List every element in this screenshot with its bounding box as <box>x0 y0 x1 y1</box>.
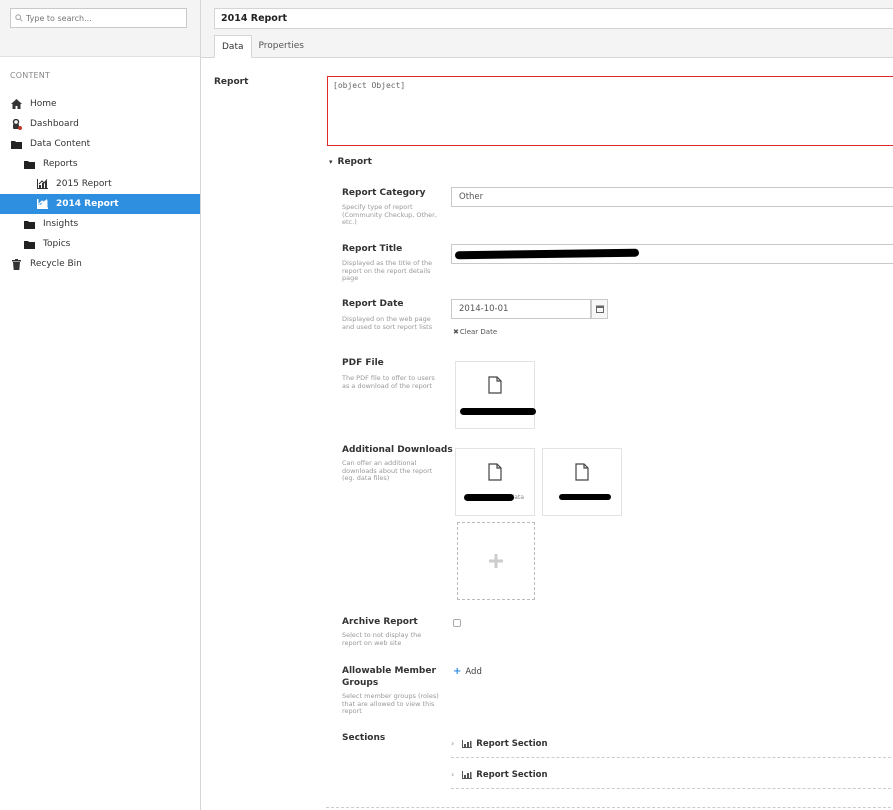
tree-item-home[interactable]: Home <box>0 94 200 114</box>
content-section-title: CONTENT <box>10 71 51 80</box>
pdf-file-tile[interactable] <box>455 361 536 429</box>
folder-icon <box>24 219 35 230</box>
tree-item-reports[interactable]: Reports <box>0 154 200 174</box>
search-input[interactable] <box>23 13 173 23</box>
section-item-label: Report Section <box>476 769 548 780</box>
groups-label: Allowable Member Groups <box>342 666 436 688</box>
category-description: Specify type of report (Community Checku… <box>342 203 437 226</box>
tab-bar: Data Properties <box>214 35 311 58</box>
pdf-label: PDF File <box>342 358 384 368</box>
add-member-group-link[interactable]: + Add <box>453 666 482 677</box>
archive-description: Select to not display the report on web … <box>342 631 422 647</box>
node-name-input[interactable] <box>214 8 893 29</box>
tree-item-label: Insights <box>43 219 79 229</box>
archive-label: Archive Report <box>342 617 418 627</box>
download-file-tile[interactable] <box>542 448 622 516</box>
category-select[interactable]: Other <box>451 187 893 207</box>
downloads-label: Additional Downloads <box>342 445 453 455</box>
report-json-textarea[interactable]: [object Object] <box>327 76 893 146</box>
content-tree: Home Dashboard Data Content Reports 2015… <box>0 94 200 274</box>
tree-item-insights[interactable]: Insights <box>0 214 200 234</box>
tree-item-2014-report[interactable]: 2014 Report <box>0 194 200 214</box>
tree-item-data-content[interactable]: Data Content <box>0 134 200 154</box>
add-label: Add <box>465 666 482 677</box>
tree-item-2015-report[interactable]: 2015 Report <box>0 174 200 194</box>
report-icon <box>37 179 48 190</box>
redaction-mark <box>559 494 611 500</box>
search-area <box>0 0 200 57</box>
divider <box>326 807 893 808</box>
section-item-label: Report Section <box>476 738 548 749</box>
folder-icon <box>24 159 35 170</box>
add-download-button[interactable] <box>457 522 535 600</box>
file-icon <box>488 463 502 481</box>
file-icon <box>575 463 589 481</box>
chevron-right-icon: › <box>451 739 455 748</box>
sections-label: Sections <box>342 733 386 743</box>
close-icon: ✖ <box>453 328 459 336</box>
section-item[interactable]: › Report Section <box>451 730 893 758</box>
groups-description: Select member groups (roles) that are al… <box>342 692 439 715</box>
tree-item-label: Dashboard <box>30 119 79 129</box>
date-label: Report Date <box>342 299 404 309</box>
main-panel: Data Properties Report [object Object] ▾… <box>201 0 893 810</box>
tree-item-label: 2015 Report <box>56 179 112 189</box>
category-label: Report Category <box>342 188 426 198</box>
title-label: Report Title <box>342 244 403 254</box>
tree-item-label: Reports <box>43 159 78 169</box>
caret-down-icon: ▾ <box>329 158 333 166</box>
date-input[interactable]: 2014-10-01 <box>451 299 591 319</box>
date-description: Displayed on the web page and used to so… <box>342 315 433 331</box>
calendar-icon <box>595 305 604 313</box>
tab-data[interactable]: Data <box>214 35 252 58</box>
redaction-mark <box>464 494 514 501</box>
tree-item-dashboard[interactable]: Dashboard <box>0 114 200 134</box>
tree-item-label: Topics <box>43 239 71 249</box>
downloads-description: Can offer an additional downloads about … <box>342 459 433 482</box>
tree-item-label: Recycle Bin <box>30 259 82 269</box>
file-icon <box>488 376 502 394</box>
editor-content: Report [object Object] ▾ Report Report C… <box>201 58 893 810</box>
dashboard-icon <box>11 118 22 130</box>
clear-date-link[interactable]: ✖ Clear Date <box>453 328 497 336</box>
calendar-button[interactable] <box>591 299 608 319</box>
report-icon <box>37 199 48 210</box>
trash-icon <box>11 258 22 270</box>
tree-item-label: 2014 Report <box>56 199 119 209</box>
search-icon <box>15 14 23 22</box>
tree-item-recycle-bin[interactable]: Recycle Bin <box>0 254 200 274</box>
archive-checkbox[interactable] <box>453 619 461 627</box>
plus-icon <box>489 554 503 568</box>
report-icon <box>462 770 473 779</box>
tab-properties[interactable]: Properties <box>251 35 311 58</box>
report-label: Report <box>214 77 249 87</box>
plus-icon: + <box>453 666 462 677</box>
redaction-mark <box>460 408 536 415</box>
home-icon <box>11 99 22 110</box>
tree-item-label: Data Content <box>30 139 91 149</box>
chevron-right-icon: › <box>451 770 455 779</box>
clear-date-label: Clear Date <box>459 328 498 336</box>
editor-header: Data Properties <box>201 0 893 58</box>
report-icon <box>462 739 473 748</box>
download-file-tile[interactable]: data <box>455 448 535 516</box>
pdf-description: The PDF file to offer to users as a down… <box>342 374 435 390</box>
date-value: 2014-10-01 <box>459 304 509 314</box>
folder-icon <box>24 239 35 250</box>
folder-icon <box>11 139 22 150</box>
search-box[interactable] <box>10 8 187 28</box>
section-item[interactable]: › Report Section <box>451 761 893 789</box>
title-description: Displayed as the title of the report on … <box>342 259 433 282</box>
report-section-toggle[interactable]: ▾ Report <box>329 157 372 167</box>
section-toggle-label: Report <box>337 157 372 167</box>
category-value: Other <box>459 192 484 202</box>
sidebar: CONTENT Home Dashboard Data Content Repo… <box>0 0 201 810</box>
tree-item-label: Home <box>30 99 57 109</box>
tree-item-topics[interactable]: Topics <box>0 234 200 254</box>
